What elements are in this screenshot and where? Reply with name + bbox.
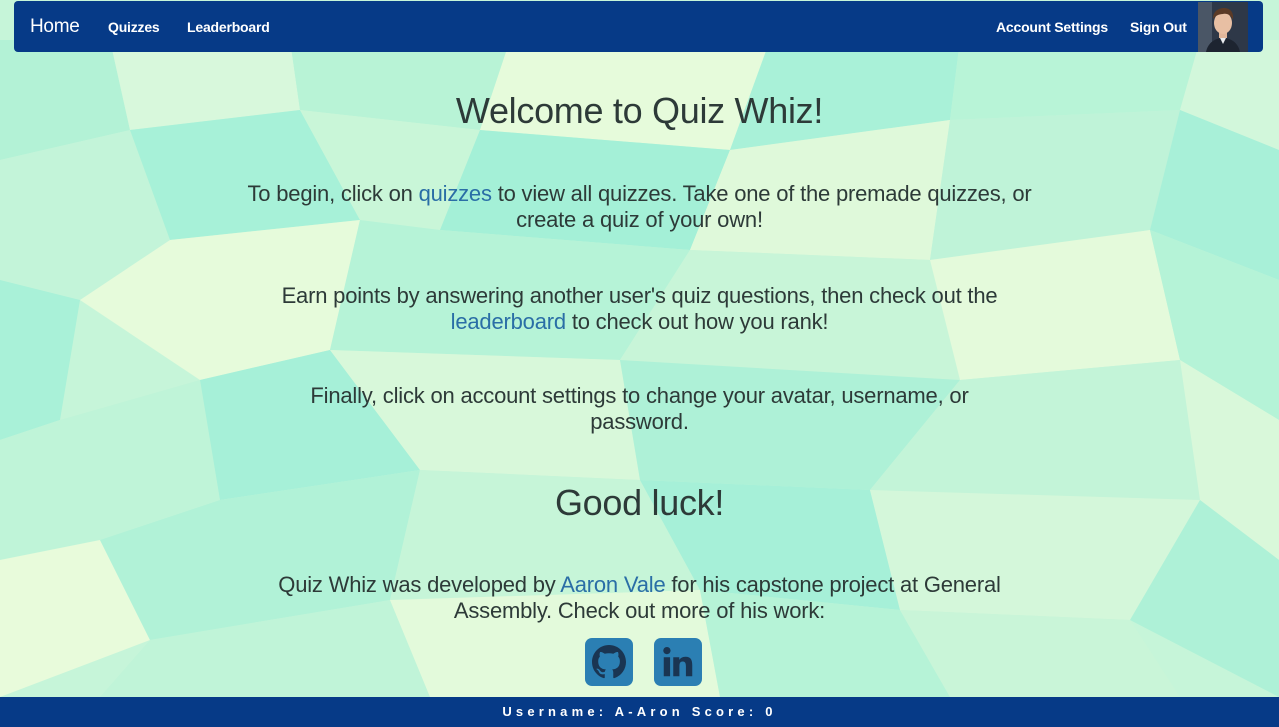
status-footer: Username: A-Aron Score: 0 [0,697,1279,727]
avatar-portrait-icon [1198,2,1248,52]
intro-paragraph: To begin, click on quizzes to view all q… [230,181,1049,233]
settings-paragraph: Finally, click on account settings to ch… [310,383,969,434]
home-link[interactable]: Home [30,16,80,38]
account-settings-link[interactable]: Account Settings [996,19,1108,35]
points-paragraph: Earn points by answering another user's … [230,283,1049,335]
points-text-start: Earn points by answering another user's … [281,283,998,308]
leaderboard-inline-link[interactable]: leaderboard [451,309,566,334]
github-button[interactable] [585,638,633,686]
quizzes-inline-link[interactable]: quizzes [419,181,492,206]
good-luck-heading: Good luck! [554,482,725,523]
sign-out-link[interactable]: Sign Out [1130,19,1187,35]
github-icon [592,645,626,679]
leaderboard-link[interactable]: Leaderboard [187,19,270,35]
score-label: Score: [691,704,758,719]
avatar[interactable] [1198,2,1248,52]
username-value: A-Aron [614,704,684,719]
linkedin-button[interactable] [654,638,702,686]
page-title: Welcome to Quiz Whiz! [455,90,824,131]
points-text-end: to check out how you rank! [565,309,829,334]
developer-paragraph: Quiz Whiz was developed by Aaron Vale fo… [230,572,1049,624]
intro-text-start: To begin, click on [247,181,419,206]
developer-text-start: Quiz Whiz was developed by [278,572,561,597]
linkedin-icon [663,646,693,677]
main-content: Welcome to Quiz Whiz! To begin, click on… [0,0,1279,727]
username-label: Username: [502,704,608,719]
intro-text-end: to view all quizzes. Take one of the pre… [491,181,1032,232]
navbar: Home Quizzes Leaderboard Account Setting… [14,1,1263,52]
quizzes-link[interactable]: Quizzes [108,19,160,35]
score-value: 0 [765,704,777,719]
author-link[interactable]: Aaron Vale [560,572,665,597]
